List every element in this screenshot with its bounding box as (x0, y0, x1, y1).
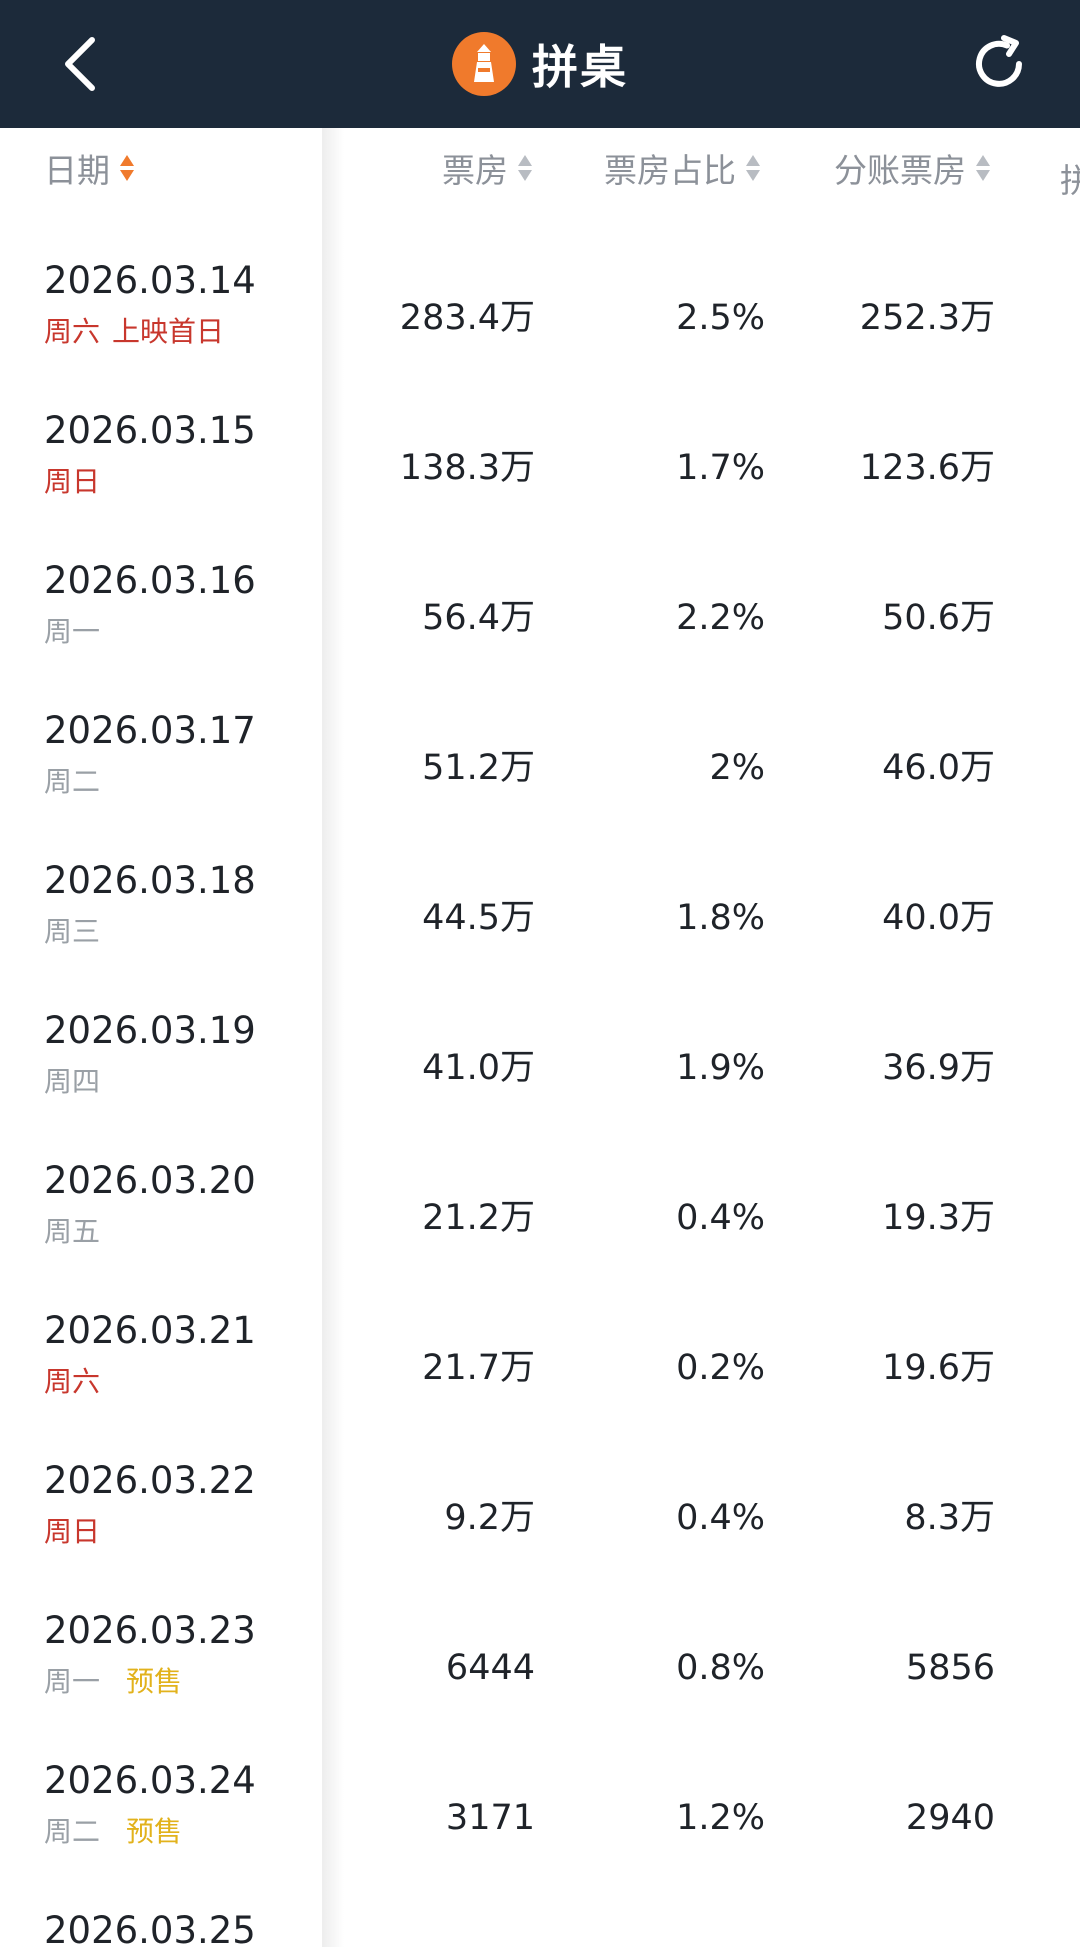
page-title: 拼桌 (532, 40, 628, 94)
weekday-label: 周四 (44, 1065, 101, 1098)
sort-icon (518, 152, 532, 184)
sort-icon (120, 152, 134, 184)
header-date[interactable]: 日期 (44, 128, 134, 208)
share-value: 2% (709, 748, 765, 788)
header-box-office-label: 票房 (442, 151, 508, 190)
date-text: 2026.03.19 (44, 1009, 256, 1052)
split-box-office-value: 252.3万 (859, 298, 995, 338)
split-box-office-value: 50.6万 (882, 598, 995, 638)
split-box-office-value: 36.9万 (882, 1048, 995, 1088)
box-office-value: 56.4万 (422, 598, 535, 638)
date-column: 日期 2026.03.14 周六 上映首日 2026.03.15 周日 2026.03.1… (0, 128, 322, 1947)
box-office-value: 138.3万 (399, 448, 535, 488)
refresh-button[interactable] (966, 30, 1034, 98)
date-text: 2026.03.25 (44, 1909, 256, 1947)
release-day-badge: 上映首日 (112, 315, 225, 348)
weekday-label: 周一 (44, 615, 101, 648)
weekday-label: 周三 (44, 915, 101, 948)
top-navigation-bar: 拼桌 (0, 0, 1080, 128)
header-next-column-cut[interactable]: 拼 (1060, 154, 1080, 202)
share-value: 1.9% (676, 1048, 765, 1088)
date-text: 2026.03.22 (44, 1459, 256, 1502)
box-office-value: 6444 (445, 1648, 535, 1688)
header-share-label: 票房占比 (604, 151, 736, 190)
box-office-value: 283.4万 (399, 298, 535, 338)
split-box-office-value: 46.0万 (882, 748, 995, 788)
date-text: 2026.03.21 (44, 1309, 256, 1352)
share-value: 0.4% (676, 1498, 765, 1538)
header-box-office[interactable]: 票房 (442, 128, 532, 208)
date-text: 2026.03.17 (44, 709, 256, 752)
date-text: 2026.03.20 (44, 1159, 256, 1202)
header-split-label: 分账票房 (834, 151, 966, 190)
date-text: 2026.03.23 (44, 1609, 256, 1652)
back-chevron-icon (65, 37, 95, 91)
date-subtitle: 周二 (44, 764, 100, 800)
box-office-value: 44.5万 (422, 898, 535, 938)
presale-badge: 预售 (126, 1815, 183, 1848)
date-text: 2026.03.24 (44, 1759, 256, 1802)
lighthouse-logo-icon (452, 32, 516, 96)
split-box-office-value: 19.3万 (882, 1198, 995, 1238)
share-value: 0.4% (676, 1198, 765, 1238)
refresh-icon (976, 35, 1022, 87)
date-subtitle: 周四 (44, 1064, 100, 1100)
date-text: 2026.03.15 (44, 409, 256, 452)
date-subtitle: 周日 (44, 1514, 100, 1550)
date-subtitle: 周日 (44, 464, 100, 500)
weekday-label: 周日 (44, 465, 101, 498)
date-subtitle: 周五 (44, 1214, 100, 1250)
split-box-office-value: 5856 (905, 1648, 995, 1688)
share-value: 2.5% (676, 298, 765, 338)
weekday-label: 周六 (44, 315, 101, 348)
weekday-label: 周五 (44, 1215, 101, 1248)
weekday-label: 周六 (44, 1365, 101, 1398)
split-box-office-value: 19.6万 (882, 1348, 995, 1388)
date-subtitle: 周六 (44, 1364, 100, 1400)
box-office-value: 3171 (445, 1798, 535, 1838)
sort-icon (976, 152, 990, 184)
share-value: 0.2% (676, 1348, 765, 1388)
date-subtitle: 周一 预售 (44, 1664, 182, 1700)
share-value: 1.7% (676, 448, 765, 488)
date-subtitle: 周一 (44, 614, 100, 650)
share-value: 1.8% (676, 898, 765, 938)
header-date-label: 日期 (44, 151, 110, 190)
split-box-office-value: 2940 (905, 1798, 995, 1838)
box-office-table[interactable]: 票房 票房占比 分账票房 拼 日期 2026.03.14 周六 上映首日 2026.0… (0, 128, 1080, 1947)
weekday-label: 周二 (44, 1815, 101, 1848)
box-office-value: 21.7万 (422, 1348, 535, 1388)
split-box-office-value: 123.6万 (859, 448, 995, 488)
sort-icon (746, 152, 760, 184)
header-share[interactable]: 票房占比 (604, 128, 760, 208)
box-office-value: 51.2万 (422, 748, 535, 788)
date-subtitle: 周二 预售 (44, 1814, 182, 1850)
weekday-label: 周一 (44, 1665, 101, 1698)
split-box-office-value: 40.0万 (882, 898, 995, 938)
presale-badge: 预售 (126, 1665, 183, 1698)
box-office-value: 41.0万 (422, 1048, 535, 1088)
page-title-group: 拼桌 (452, 31, 628, 97)
box-office-value: 21.2万 (422, 1198, 535, 1238)
weekday-label: 周二 (44, 765, 101, 798)
header-split-box-office[interactable]: 分账票房 (834, 128, 990, 208)
column-divider-shadow (322, 128, 344, 1947)
weekday-label: 周日 (44, 1515, 101, 1548)
back-button[interactable] (50, 30, 110, 98)
split-box-office-value: 8.3万 (904, 1498, 995, 1538)
date-text: 2026.03.18 (44, 859, 256, 902)
date-subtitle: 周六 上映首日 (44, 314, 224, 350)
share-value: 2.2% (676, 598, 765, 638)
date-text: 2026.03.16 (44, 559, 256, 602)
date-text: 2026.03.14 (44, 259, 256, 302)
share-value: 0.8% (676, 1648, 765, 1688)
date-subtitle: 周三 (44, 914, 100, 950)
box-office-value: 9.2万 (444, 1498, 535, 1538)
share-value: 1.2% (676, 1798, 765, 1838)
